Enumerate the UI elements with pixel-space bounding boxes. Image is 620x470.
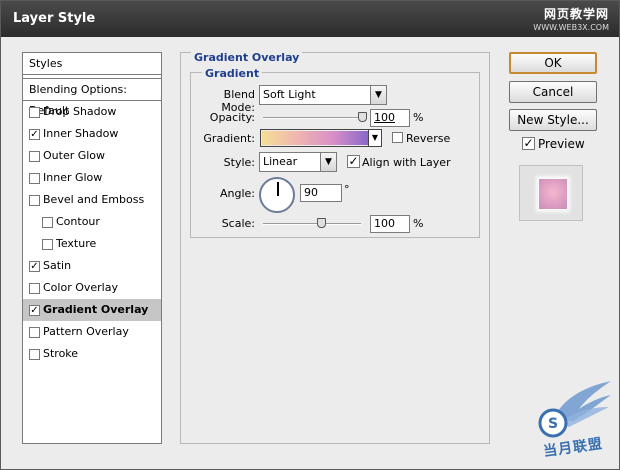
- scale-unit: %: [413, 217, 424, 230]
- title-bar[interactable]: Layer Style 网页教学网 WWW.WEB3X.COM: [1, 1, 619, 37]
- scale-slider[interactable]: [263, 223, 361, 225]
- preview-swatch: [539, 179, 567, 209]
- preview-checkbox[interactable]: ✓: [522, 137, 535, 150]
- checkbox-inner-shadow[interactable]: ✓: [29, 129, 40, 140]
- chevron-down-icon[interactable]: ▼: [368, 130, 381, 146]
- checkbox-color-overlay[interactable]: [29, 283, 40, 294]
- style-item-outer-glow[interactable]: Outer Glow: [23, 145, 161, 167]
- checkbox-gradient-overlay[interactable]: ✓: [29, 305, 40, 316]
- style-item-label: Outer Glow: [43, 149, 106, 162]
- angle-label: Angle:: [219, 187, 255, 200]
- blending-options-item[interactable]: Blending Options: Default: [23, 78, 161, 117]
- checkbox-satin[interactable]: ✓: [29, 261, 40, 272]
- opacity-input[interactable]: 100: [370, 109, 410, 127]
- reverse-checkbox[interactable]: [392, 132, 403, 143]
- angle-input[interactable]: 90: [300, 184, 342, 202]
- watermark-url: WWW.WEB3X.COM: [533, 23, 609, 32]
- style-item-label: Inner Glow: [43, 171, 103, 184]
- style-item-bevel-emboss[interactable]: Bevel and Emboss: [23, 189, 161, 211]
- align-with-layer-checkbox[interactable]: ✓: [347, 155, 360, 168]
- style-item-color-overlay[interactable]: Color Overlay: [23, 277, 161, 299]
- layer-style-dialog: Layer Style 网页教学网 WWW.WEB3X.COM Styles B…: [0, 0, 620, 470]
- style-value: Linear: [263, 155, 298, 168]
- style-item-label: Contour: [56, 215, 100, 228]
- style-item-label: Satin: [43, 259, 72, 272]
- style-item-label: Drop Shadow: [43, 105, 117, 118]
- checkbox-contour[interactable]: [42, 217, 53, 228]
- wings-logo-icon: S: [538, 381, 611, 438]
- opacity-slider-thumb[interactable]: [358, 112, 367, 122]
- angle-dial[interactable]: [259, 177, 295, 213]
- cancel-button[interactable]: Cancel: [509, 81, 597, 103]
- preview-label: Preview: [538, 137, 585, 151]
- checkbox-texture[interactable]: [42, 239, 53, 250]
- style-item-label: Color Overlay: [43, 281, 118, 294]
- style-item-label: Stroke: [43, 347, 79, 360]
- svg-text:S: S: [548, 416, 558, 432]
- section-title: Gradient Overlay: [191, 51, 303, 64]
- styles-header[interactable]: Styles: [23, 53, 161, 75]
- opacity-unit: %: [413, 111, 424, 124]
- style-item-pattern-overlay[interactable]: Pattern Overlay: [23, 321, 161, 343]
- dialog-title: Layer Style: [13, 11, 96, 26]
- chevron-down-icon: ▼: [320, 153, 336, 171]
- style-item-label: Pattern Overlay: [43, 325, 129, 338]
- checkbox-drop-shadow[interactable]: [29, 107, 40, 118]
- style-item-label: Bevel and Emboss: [43, 193, 145, 206]
- style-select[interactable]: Linear ▼: [259, 152, 337, 172]
- new-style-button[interactable]: New Style...: [509, 109, 597, 131]
- style-item-satin[interactable]: ✓ Satin: [23, 255, 161, 277]
- style-item-label: Texture: [56, 237, 97, 250]
- watermark-logo: S 当月联盟: [523, 379, 613, 460]
- watermark-text: 网页教学网: [543, 7, 609, 21]
- style-item-texture[interactable]: Texture: [23, 233, 161, 255]
- style-preview: [519, 165, 583, 221]
- align-with-layer-label: Align with Layer: [362, 156, 451, 169]
- checkbox-inner-glow[interactable]: [29, 173, 40, 184]
- scale-label: Scale:: [221, 217, 255, 230]
- gradient-label: Gradient:: [203, 132, 255, 145]
- checkbox-pattern-overlay[interactable]: [29, 327, 40, 338]
- blend-mode-select[interactable]: Soft Light ▼: [259, 85, 387, 105]
- blend-mode-value: Soft Light: [263, 88, 316, 101]
- checkbox-stroke[interactable]: [29, 349, 40, 360]
- group-title: Gradient: [202, 67, 263, 80]
- ok-button[interactable]: OK: [509, 52, 597, 74]
- style-item-label: Gradient Overlay: [43, 303, 149, 316]
- style-item-drop-shadow[interactable]: Drop Shadow: [23, 101, 161, 123]
- angle-needle: [277, 182, 279, 196]
- chevron-down-icon: ▼: [370, 86, 386, 104]
- style-label: Style:: [223, 156, 255, 169]
- reverse-label: Reverse: [406, 132, 451, 145]
- style-item-inner-glow[interactable]: Inner Glow: [23, 167, 161, 189]
- style-item-inner-shadow[interactable]: ✓ Inner Shadow: [23, 123, 161, 145]
- opacity-slider[interactable]: [263, 117, 363, 119]
- checkbox-outer-glow[interactable]: [29, 151, 40, 162]
- gradient-picker[interactable]: ▼: [260, 129, 382, 147]
- style-item-label: Inner Shadow: [43, 127, 119, 140]
- styles-list: Styles Blending Options: Default Drop Sh…: [22, 52, 162, 444]
- angle-unit: °: [344, 183, 350, 196]
- checkbox-bevel-emboss[interactable]: [29, 195, 40, 206]
- scale-slider-thumb[interactable]: [316, 218, 326, 228]
- gradient-swatch[interactable]: [262, 131, 368, 145]
- watermark: 网页教学网 WWW.WEB3X.COM: [533, 5, 609, 32]
- style-item-stroke[interactable]: Stroke: [23, 343, 161, 365]
- scale-input[interactable]: 100: [370, 215, 410, 233]
- style-item-contour[interactable]: Contour: [23, 211, 161, 233]
- style-item-gradient-overlay[interactable]: ✓ Gradient Overlay: [23, 299, 161, 321]
- opacity-label: Opacity:: [209, 111, 255, 124]
